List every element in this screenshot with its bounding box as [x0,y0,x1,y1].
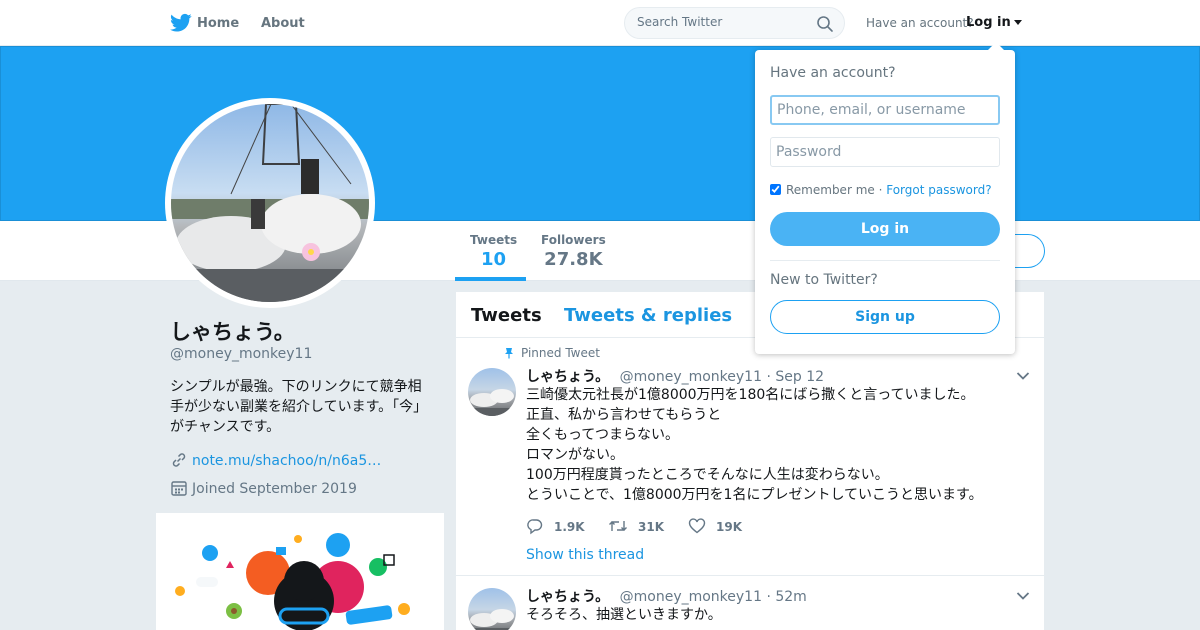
profile-bio: シンプルが最強。下のリンクにて競争相手が少ない副業を紹介しています。「今」がチャ… [170,379,428,435]
search-icon[interactable] [816,15,834,33]
signup-button[interactable]: Sign up [770,300,1000,334]
tweet-avatar[interactable] [468,368,516,416]
avatar-photo[interactable] [171,104,369,302]
like-count[interactable]: 19K [716,520,742,534]
link-icon [172,453,186,467]
pin-icon [505,348,513,359]
pinned-label: Pinned Tweet [521,346,600,360]
login-dropdown-toggle[interactable]: Log in [966,15,1022,30]
top-nav: Home About Have an account? Log in [0,0,1200,46]
tweet-avatar-graphic [468,609,516,630]
retweet-action[interactable]: 31K [608,517,664,535]
tweet-line: とういことで、1億8000万円を1名にプレゼントしていこうと思います。 [526,487,983,503]
show-thread-link[interactable]: Show this thread [526,547,644,563]
tweet-line: そろそろ、抽選といきますか。 [526,607,722,623]
tweet-item[interactable]: Pinned Tweet しゃちょう。 @money_monkey11 · Se… [456,338,1044,576]
tweet-line: 全くもってつまらない。 [526,427,680,443]
stat-tweets-value[interactable]: 10 [470,249,517,270]
forgot-password-link[interactable]: Forgot password? [886,183,991,197]
avatar-photo-graphic [171,104,369,302]
profile-joined-row: Joined September 2019 [170,479,357,497]
profile-name: しゃちょう。 [170,320,295,344]
caret-down-icon[interactable] [1013,20,1022,25]
remember-row: Remember me · Forgot password? [770,183,992,197]
tweet-author-name[interactable]: しゃちょう。 [526,589,609,605]
tweet-line: 三崎優太元社長が1億8000万円を180名にばら撒くと言っていました。 [526,387,975,403]
have-account-text: Have an account? [866,16,974,30]
profile-handle: @money_monkey11 [170,346,313,362]
tweet-text: そろそろ、抽選といきますか。 [526,605,722,625]
tweet-item[interactable]: しゃちょう。 @money_monkey11 · 52m そろそろ、抽選といきま… [456,576,1044,630]
stat-tweets[interactable]: Tweets 10 [470,233,517,270]
tweet-avatar-graphic [468,389,516,416]
dropdown-divider [770,260,1000,261]
tweet-author-handle[interactable]: @money_monkey11 [620,369,762,385]
profile-link[interactable]: note.mu/shachoo/n/n6a5… [192,453,381,469]
login-toggle-label[interactable]: Log in [966,15,1011,30]
retweet-count[interactable]: 31K [638,520,664,534]
nav-home-link[interactable]: Home [197,16,239,31]
new-to-twitter-text: New to Twitter? [770,272,878,288]
twitter-bird-icon[interactable] [170,13,192,33]
tweet-line: 正直、私から言わせてもらうと [526,407,722,423]
tweet-header: しゃちょう。 @money_monkey11 · 52m [526,586,807,606]
tweet-author-handle[interactable]: @money_monkey11 [620,589,762,605]
tweet-author-name[interactable]: しゃちょう。 [526,369,609,385]
tab-tweets[interactable]: Tweets [471,305,542,326]
nav-about-link[interactable]: About [261,16,305,31]
tweet-timestamp[interactable]: · Sep 12 [766,369,824,385]
remember-separator: · [874,183,887,197]
reply-count[interactable]: 1.9K [554,520,585,534]
login-dropdown: Have an account? Remember me · Forgot pa… [755,42,1015,354]
stat-followers-value[interactable]: 27.8K [541,249,606,270]
calendar-icon [171,481,187,496]
tab-tweets-replies[interactable]: Tweets & replies [564,305,732,326]
retweet-icon[interactable] [608,517,628,535]
stat-tweets-label[interactable]: Tweets [470,233,517,247]
chevron-down-icon[interactable] [1016,371,1030,381]
search-input[interactable] [637,15,807,29]
reply-icon[interactable] [526,517,544,535]
search-box[interactable] [624,7,845,39]
login-button[interactable]: Log in [770,212,1000,246]
remember-me-label[interactable]: Remember me [786,183,875,197]
password-field[interactable] [770,137,1000,167]
username-field[interactable] [770,95,1000,125]
dropdown-title: Have an account? [770,65,896,81]
dropdown-arrow [988,42,1004,50]
tweet-line: ロマンがない。 [526,447,624,463]
tweet-header: しゃちょう。 @money_monkey11 · Sep 12 [526,366,824,386]
tweet-avatar[interactable] [468,588,516,630]
tweet-timestamp[interactable]: · 52m [766,589,806,605]
reply-action[interactable]: 1.9K [526,517,585,535]
like-action[interactable]: 19K [688,517,742,535]
heart-icon[interactable] [688,517,706,535]
promo-illustration [175,533,410,630]
remember-me-checkbox[interactable] [770,184,781,195]
tweet-line: 100万円程度貰ったところでそんなに人生は変わらない。 [526,467,889,483]
active-stat-underline [455,277,526,281]
profile-joined: Joined September 2019 [192,481,357,497]
stat-followers-label[interactable]: Followers [541,233,606,247]
pinned-indicator: Pinned Tweet [503,346,600,360]
promo-illustration-card [156,513,444,630]
profile-avatar[interactable] [165,98,375,308]
stat-followers[interactable]: Followers 27.8K [541,233,606,270]
tweet-text: 三崎優太元社長が1億8000万円を180名にばら撒くと言っていました。 正直、私… [526,385,983,505]
chevron-down-icon[interactable] [1016,591,1030,601]
profile-link-row[interactable]: note.mu/shachoo/n/n6a5… [170,451,381,469]
